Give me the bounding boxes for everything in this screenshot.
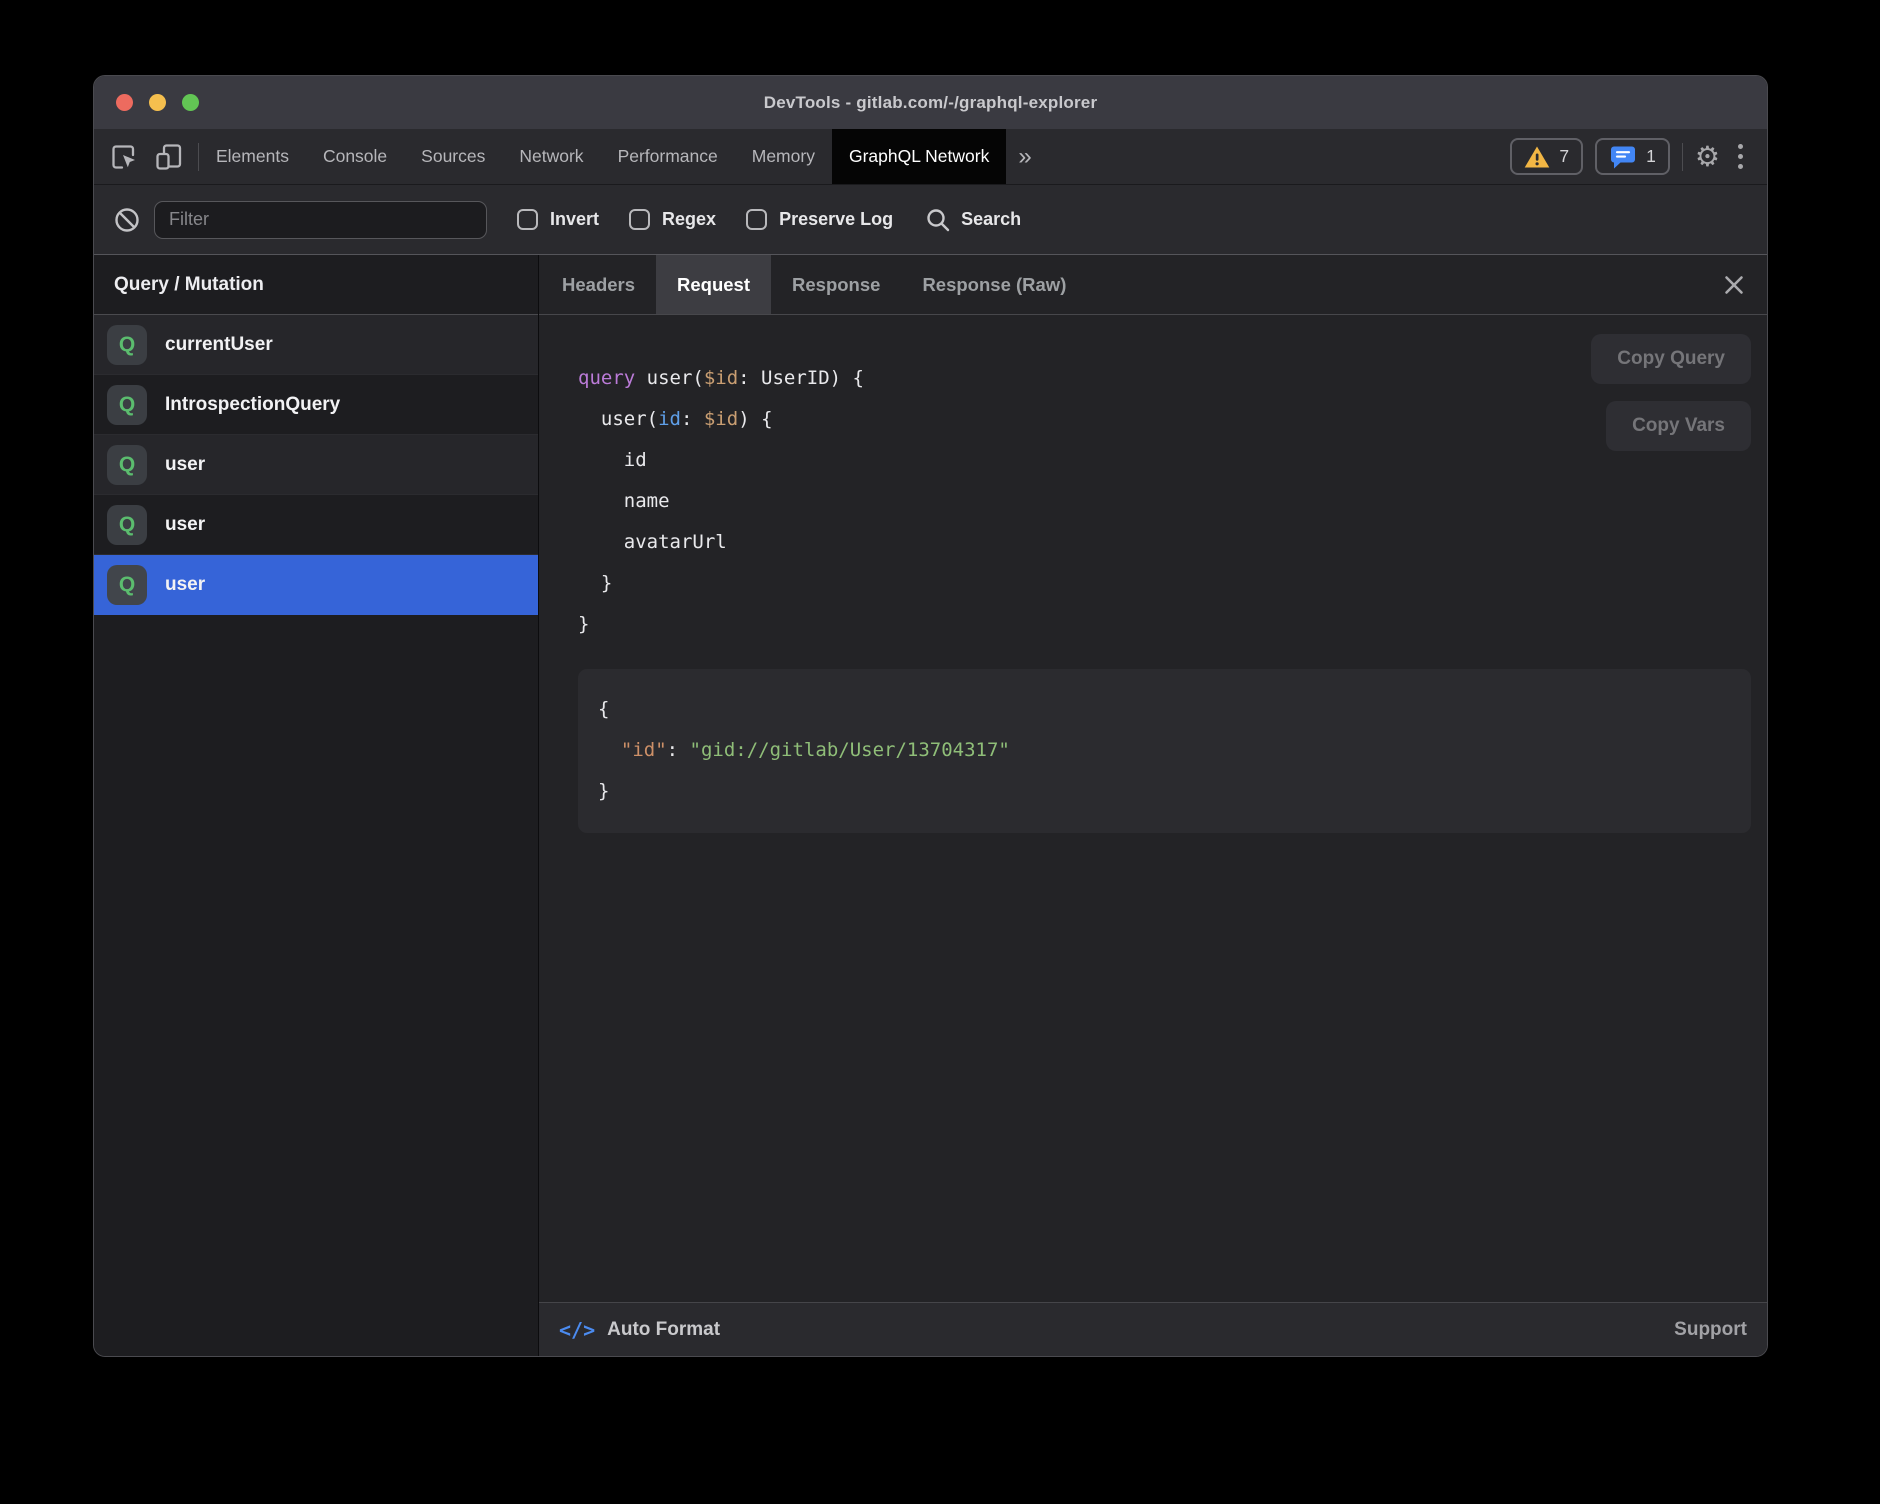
kebab-menu-icon[interactable]: [1732, 140, 1749, 173]
block-requests-icon[interactable]: [113, 206, 141, 234]
list-item-introspectionquery[interactable]: Q IntrospectionQuery: [94, 375, 538, 435]
search-icon: [925, 207, 951, 233]
settings-gear-icon[interactable]: ⚙: [1695, 143, 1720, 171]
title-bar: DevTools - gitlab.com/-/graphql-explorer: [94, 76, 1767, 129]
code-brackets-icon[interactable]: </>: [559, 1318, 595, 1342]
auto-format-button[interactable]: Auto Format: [607, 1319, 720, 1341]
zoom-window-button[interactable]: [182, 94, 199, 111]
tab-console[interactable]: Console: [306, 129, 404, 184]
tab-performance[interactable]: Performance: [601, 129, 735, 184]
filter-input[interactable]: [154, 201, 487, 239]
preserve-log-checkbox[interactable]: [746, 209, 767, 230]
query-type-badge: Q: [107, 325, 147, 365]
minimize-window-button[interactable]: [149, 94, 166, 111]
traffic-lights: [116, 76, 199, 129]
search-control[interactable]: Search: [925, 207, 1021, 233]
list-item-user-1[interactable]: Q user: [94, 435, 538, 495]
invert-checkbox[interactable]: [517, 209, 538, 230]
copy-query-button[interactable]: Copy Query: [1591, 334, 1751, 384]
tab-graphql-network[interactable]: GraphQL Network: [832, 129, 1006, 184]
tab-memory[interactable]: Memory: [735, 129, 832, 184]
detail-tab-headers[interactable]: Headers: [541, 255, 656, 314]
regex-label: Regex: [662, 209, 716, 230]
message-bubble-icon: [1609, 144, 1637, 170]
query-type-badge: Q: [107, 565, 147, 605]
preserve-log-label: Preserve Log: [779, 209, 893, 230]
warning-icon: [1524, 145, 1550, 169]
issues-badge[interactable]: 1: [1595, 138, 1670, 175]
query-type-badge: Q: [107, 505, 147, 545]
copy-vars-button[interactable]: Copy Vars: [1606, 401, 1751, 451]
inspect-element-icon[interactable]: [108, 141, 140, 173]
detail-tab-strip: Headers Request Response Response (Raw): [539, 255, 1767, 315]
request-detail-panel: Headers Request Response Response (Raw) …: [539, 255, 1767, 1356]
request-body: query user($id: UserID) { user(id: $id) …: [539, 315, 1767, 1302]
detail-tab-response-raw[interactable]: Response (Raw): [901, 255, 1087, 314]
devtools-window: DevTools - gitlab.com/-/graphql-explorer…: [93, 75, 1768, 1357]
tab-network[interactable]: Network: [502, 129, 600, 184]
graphql-variables-code: { "id": "gid://gitlab/User/13704317"}: [598, 689, 1733, 812]
query-type-badge: Q: [107, 445, 147, 485]
device-toolbar-icon[interactable]: [154, 141, 184, 173]
list-item-currentuser[interactable]: Q currentUser: [94, 315, 538, 375]
support-link[interactable]: Support: [1674, 1319, 1747, 1341]
query-list-header: Query / Mutation: [94, 255, 538, 315]
more-tabs-chevron[interactable]: »: [1006, 129, 1043, 184]
search-label: Search: [961, 209, 1021, 230]
list-item-user-3-selected[interactable]: Q user: [94, 555, 538, 615]
list-item-user-2[interactable]: Q user: [94, 495, 538, 555]
graphql-query-code: query user($id: UserID) { user(id: $id) …: [578, 358, 1751, 645]
close-window-button[interactable]: [116, 94, 133, 111]
tab-sources[interactable]: Sources: [404, 129, 502, 184]
detail-tab-response[interactable]: Response: [771, 255, 901, 314]
warnings-badge[interactable]: 7: [1510, 138, 1583, 175]
query-list-panel: Query / Mutation Q currentUser Q Introsp…: [94, 255, 539, 1356]
warning-count: 7: [1559, 146, 1569, 167]
close-detail-icon[interactable]: [1717, 268, 1751, 302]
toolbar-separator: [1682, 143, 1683, 171]
devtools-tab-strip: Elements Console Sources Network Perform…: [94, 129, 1767, 185]
tab-elements[interactable]: Elements: [199, 129, 306, 184]
query-type-badge: Q: [107, 385, 147, 425]
invert-label: Invert: [550, 209, 599, 230]
issues-count: 1: [1646, 146, 1656, 167]
filter-bar: Invert Regex Preserve Log Search: [94, 185, 1767, 255]
graphql-variables-box: { "id": "gid://gitlab/User/13704317"}: [578, 669, 1751, 833]
detail-tab-request[interactable]: Request: [656, 255, 771, 314]
status-bar: </> Auto Format Support: [539, 1302, 1767, 1356]
regex-checkbox[interactable]: [629, 209, 650, 230]
window-title: DevTools - gitlab.com/-/graphql-explorer: [764, 93, 1098, 113]
